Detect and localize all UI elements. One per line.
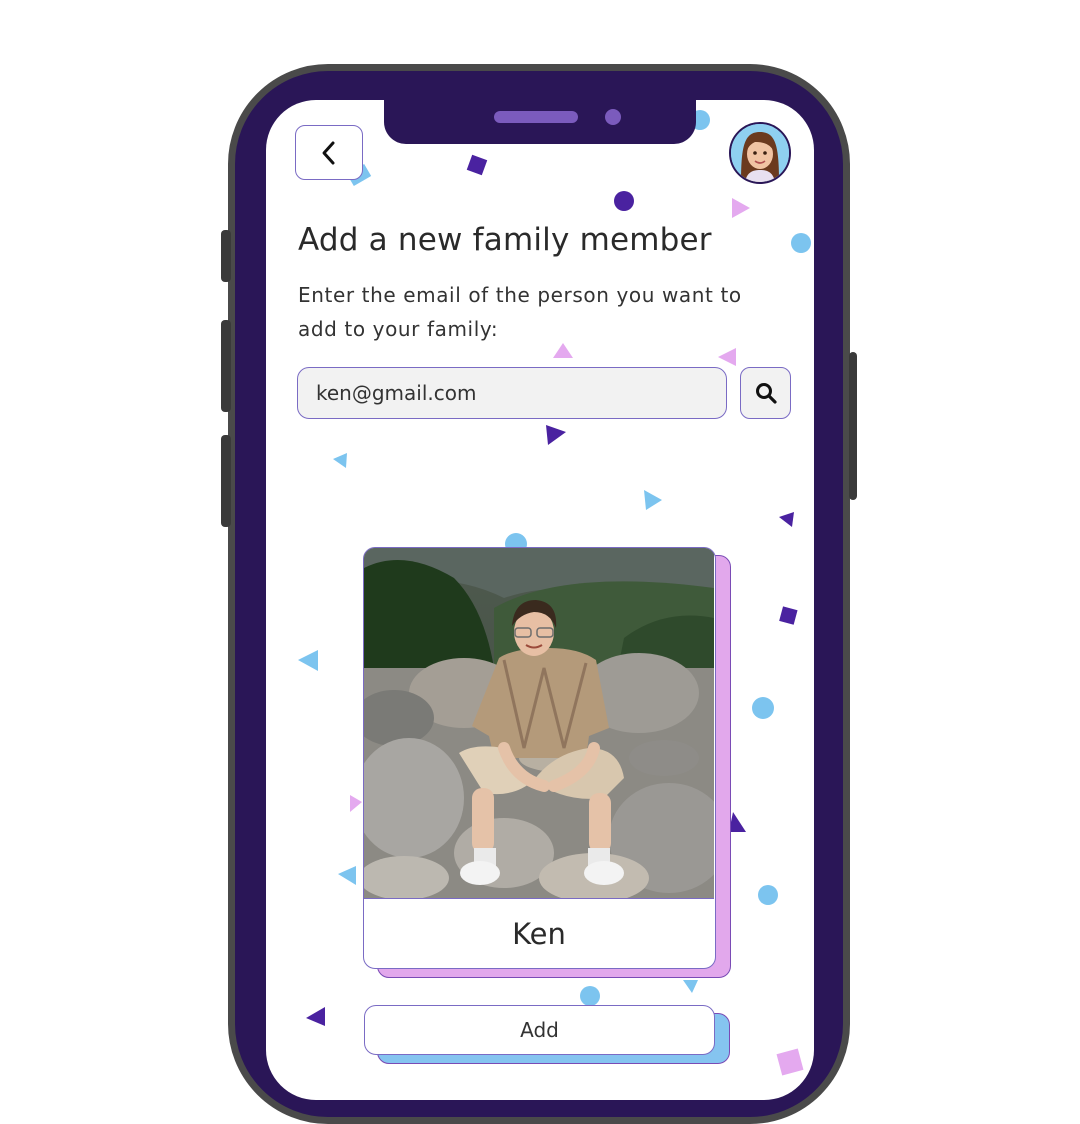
confetti-triangle [718, 348, 736, 366]
confetti-triangle [298, 650, 318, 671]
confetti-circle [752, 697, 774, 719]
confetti-triangle [779, 512, 794, 527]
email-search-input[interactable] [297, 367, 727, 419]
confetti-triangle [644, 490, 662, 510]
confetti-circle [791, 233, 811, 253]
add-button[interactable]: Add [364, 1005, 715, 1055]
confetti-triangle [333, 453, 347, 468]
chevron-left-icon [322, 141, 335, 164]
search-icon [755, 383, 777, 404]
back-button[interactable] [295, 125, 363, 180]
confetti-circle [758, 885, 778, 905]
confetti-square [779, 606, 798, 625]
result-card[interactable]: Ken [363, 547, 716, 969]
user-avatar-icon [731, 124, 789, 182]
confetti-triangle [546, 425, 566, 445]
confetti-triangle [729, 812, 746, 832]
profile-photo [364, 548, 714, 898]
confetti-triangle [683, 980, 698, 993]
confetti-triangle [350, 795, 362, 812]
confetti-circle [580, 986, 600, 1006]
confetti-triangle [732, 198, 750, 218]
page-title: Add a new family member [298, 222, 712, 258]
confetti-square [776, 1048, 804, 1076]
avatar[interactable] [729, 122, 791, 184]
confetti-triangle [338, 866, 356, 885]
confetti-square [466, 154, 488, 176]
member-name: Ken [364, 898, 714, 968]
page-subtitle: Enter the email of the person you want t… [298, 283, 742, 341]
confetti-circle [614, 191, 634, 211]
search-button[interactable] [740, 367, 791, 419]
notch-camera [605, 109, 621, 125]
notch-speaker [494, 111, 578, 123]
confetti-triangle [306, 1007, 325, 1026]
